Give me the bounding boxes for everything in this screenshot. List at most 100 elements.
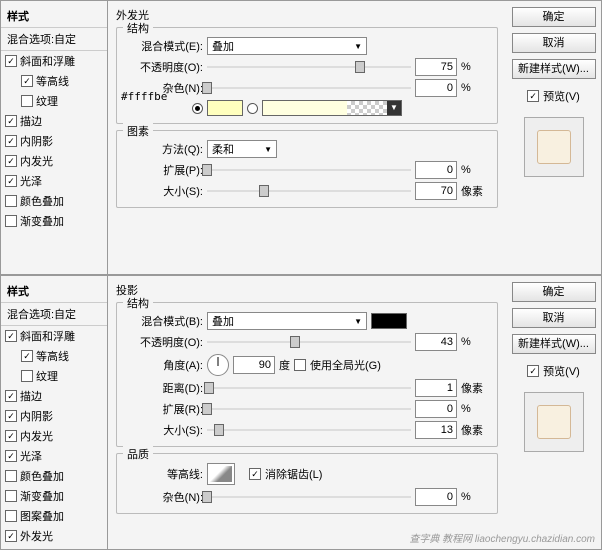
sidebar-item[interactable]: 渐变叠加 xyxy=(1,211,107,231)
sidebar-item-label: 内阴影 xyxy=(20,133,53,149)
sidebar-item-label: 颜色叠加 xyxy=(20,193,64,209)
styles-sidebar: 样式 混合选项:自定 斜面和浮雕等高线纹理描边内阴影内发光光泽颜色叠加渐变叠加图… xyxy=(1,276,108,549)
ok-button[interactable]: 确定 xyxy=(512,282,596,302)
sidebar-item[interactable]: 渐变叠加 xyxy=(1,486,107,506)
noise-input[interactable]: 0 xyxy=(415,79,457,97)
angle-dial[interactable] xyxy=(207,354,229,376)
gradient-picker[interactable]: ▼ xyxy=(262,100,402,116)
blend-options-row[interactable]: 混合选项:自定 xyxy=(1,28,107,51)
noise-input[interactable]: 0 xyxy=(415,488,457,506)
gradient-radio[interactable] xyxy=(247,103,258,114)
style-checkbox[interactable] xyxy=(5,530,17,542)
sidebar-item[interactable]: 外发光 xyxy=(1,526,107,546)
style-checkbox[interactable] xyxy=(21,75,33,87)
angle-input[interactable]: 90 xyxy=(233,356,275,374)
shadow-color-swatch[interactable] xyxy=(371,313,407,329)
style-checkbox[interactable] xyxy=(5,195,17,207)
sidebar-item-label: 斜面和浮雕 xyxy=(20,53,75,69)
color-swatch[interactable] xyxy=(207,100,243,116)
size-slider[interactable] xyxy=(207,423,411,437)
preview-checkbox[interactable] xyxy=(527,365,539,377)
sidebar-item[interactable]: 内阴影 xyxy=(1,406,107,426)
opacity-slider[interactable] xyxy=(207,60,411,74)
spread-slider[interactable] xyxy=(207,163,411,177)
opacity-slider[interactable] xyxy=(207,335,411,349)
style-checkbox[interactable] xyxy=(21,370,33,382)
style-checkbox[interactable] xyxy=(5,215,17,227)
ok-button[interactable]: 确定 xyxy=(512,7,596,27)
style-checkbox[interactable] xyxy=(5,55,17,67)
cancel-button[interactable]: 取消 xyxy=(512,33,596,53)
contour-picker[interactable] xyxy=(207,463,235,485)
style-checkbox[interactable] xyxy=(5,390,17,402)
size-input[interactable]: 13 xyxy=(415,421,457,439)
spread-slider[interactable] xyxy=(207,402,411,416)
sidebar-item[interactable]: 描边 xyxy=(1,111,107,131)
style-checkbox[interactable] xyxy=(5,175,17,187)
spread-input[interactable]: 0 xyxy=(415,161,457,179)
style-checkbox[interactable] xyxy=(5,410,17,422)
noise-slider[interactable] xyxy=(207,81,411,95)
style-checkbox[interactable] xyxy=(21,95,33,107)
right-panel: 确定 取消 新建样式(W)... 预览(V) xyxy=(506,1,601,274)
size-slider[interactable] xyxy=(207,184,411,198)
structure-label: 结构 xyxy=(123,295,153,311)
new-style-button[interactable]: 新建样式(W)... xyxy=(512,334,596,354)
sidebar-item[interactable]: 描边 xyxy=(1,386,107,406)
angle-label: 角度(A): xyxy=(125,357,203,373)
sidebar-item[interactable]: 斜面和浮雕 xyxy=(1,51,107,71)
sidebar-item[interactable]: 纹理 xyxy=(1,91,107,111)
cancel-button[interactable]: 取消 xyxy=(512,308,596,328)
blend-mode-select[interactable]: 叠加▼ xyxy=(207,312,367,330)
style-checkbox[interactable] xyxy=(5,470,17,482)
style-checkbox[interactable] xyxy=(5,510,17,522)
pct-unit: % xyxy=(461,61,489,73)
style-checkbox[interactable] xyxy=(5,115,17,127)
sidebar-item[interactable]: 纹理 xyxy=(1,366,107,386)
distance-input[interactable]: 1 xyxy=(415,379,457,397)
opacity-input[interactable]: 43 xyxy=(415,333,457,351)
style-checkbox[interactable] xyxy=(21,350,33,362)
sidebar-item-label: 图案叠加 xyxy=(20,508,64,524)
style-checkbox[interactable] xyxy=(5,135,17,147)
style-checkbox[interactable] xyxy=(5,490,17,502)
style-checkbox[interactable] xyxy=(5,330,17,342)
size-label: 大小(S): xyxy=(125,183,203,199)
size-input[interactable]: 70 xyxy=(415,182,457,200)
chevron-down-icon: ▼ xyxy=(264,145,272,154)
preview-checkbox[interactable] xyxy=(527,90,539,102)
new-style-button[interactable]: 新建样式(W)... xyxy=(512,59,596,79)
sidebar-item[interactable]: 斜面和浮雕 xyxy=(1,326,107,346)
sidebar-item[interactable]: 光泽 xyxy=(1,171,107,191)
style-checkbox[interactable] xyxy=(5,450,17,462)
sidebar-item[interactable]: 内阴影 xyxy=(1,131,107,151)
distance-slider[interactable] xyxy=(207,381,411,395)
style-checkbox[interactable] xyxy=(5,430,17,442)
noise-slider[interactable] xyxy=(207,490,411,504)
sidebar-item[interactable]: 等高线 xyxy=(1,71,107,91)
method-select[interactable]: 柔和▼ xyxy=(207,140,277,158)
opacity-input[interactable]: 75 xyxy=(415,58,457,76)
sidebar-item-label: 等高线 xyxy=(36,348,69,364)
sidebar-item[interactable]: 内发光 xyxy=(1,151,107,171)
sidebar-item[interactable]: 图案叠加 xyxy=(1,506,107,526)
antialias-checkbox[interactable] xyxy=(249,468,261,480)
sidebar-item[interactable]: 颜色叠加 xyxy=(1,191,107,211)
style-checkbox[interactable] xyxy=(5,155,17,167)
opacity-label: 不透明度(O): xyxy=(125,59,203,75)
main-area: 外发光 结构 混合模式(E): 叠加▼ 不透明度(O): 75 % 杂色(N):… xyxy=(108,1,506,274)
elements-group: 图素 方法(Q): 柔和▼ 扩展(P): 0 % 大小(S): 70 像素 xyxy=(116,130,498,208)
blend-mode-select[interactable]: 叠加▼ xyxy=(207,37,367,55)
sidebar-item[interactable]: 光泽 xyxy=(1,446,107,466)
preview-label: 预览(V) xyxy=(543,363,580,379)
structure-group: 结构 混合模式(B): 叠加▼ 不透明度(O): 43 % 角度(A): 90 … xyxy=(116,302,498,447)
color-radio[interactable] xyxy=(192,103,203,114)
preview-box xyxy=(524,117,584,177)
global-light-checkbox[interactable] xyxy=(294,359,306,371)
sidebar-item-label: 内发光 xyxy=(20,153,53,169)
sidebar-item[interactable]: 等高线 xyxy=(1,346,107,366)
sidebar-item[interactable]: 内发光 xyxy=(1,426,107,446)
blend-options-row[interactable]: 混合选项:自定 xyxy=(1,303,107,326)
spread-input[interactable]: 0 xyxy=(415,400,457,418)
sidebar-item[interactable]: 颜色叠加 xyxy=(1,466,107,486)
